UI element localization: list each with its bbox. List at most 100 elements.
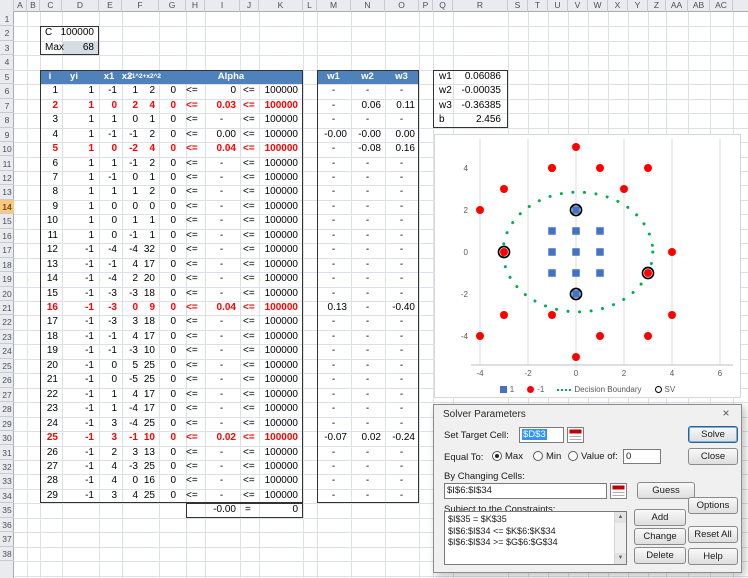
- row-header[interactable]: 34: [0, 489, 14, 503]
- cell-x2[interactable]: -3: [119, 460, 140, 474]
- cell-x2[interactable]: 2: [119, 272, 140, 286]
- cell-yi[interactable]: -1: [62, 431, 96, 445]
- cell-w1[interactable]: -: [318, 171, 349, 185]
- cell-w2[interactable]: -: [352, 214, 383, 228]
- cell-x2[interactable]: 5: [119, 359, 140, 373]
- cell-i[interactable]: 21: [40, 373, 60, 387]
- cell-i[interactable]: 17: [40, 315, 60, 329]
- cell-upper-bound[interactable]: 100000: [259, 474, 300, 488]
- cell-w1[interactable]: -0.07: [318, 431, 349, 445]
- cell-yi[interactable]: -1: [62, 243, 96, 257]
- cell-le[interactable]: <=: [184, 113, 200, 127]
- cell-le[interactable]: <=: [241, 460, 257, 474]
- cell-alpha[interactable]: -: [205, 446, 238, 460]
- cell-yi[interactable]: 1: [62, 84, 96, 98]
- row-header[interactable]: 31: [0, 446, 14, 460]
- cell-w2[interactable]: 0.02: [352, 431, 383, 445]
- cell-w3[interactable]: -: [386, 417, 417, 431]
- cell-sum[interactable]: 4: [140, 99, 157, 113]
- cell-sum[interactable]: 9: [140, 301, 157, 315]
- row-header[interactable]: 20: [0, 287, 14, 301]
- cell-le[interactable]: <=: [184, 344, 200, 358]
- cell-i[interactable]: 16: [40, 301, 60, 315]
- cell-sum[interactable]: 2: [140, 157, 157, 171]
- select-all-corner[interactable]: [0, 0, 14, 12]
- cell-w1[interactable]: -: [318, 344, 349, 358]
- cell-x1[interactable]: 1: [99, 388, 119, 402]
- cell-upper-bound[interactable]: 100000: [259, 185, 300, 199]
- cell-w3[interactable]: -: [386, 258, 417, 272]
- cell-w2[interactable]: -: [352, 359, 383, 373]
- cell-w1[interactable]: -: [318, 99, 349, 113]
- cell-w2[interactable]: -: [352, 446, 383, 460]
- cell-w2[interactable]: -: [352, 315, 383, 329]
- cell-x1[interactable]: 0: [99, 359, 119, 373]
- cell-i[interactable]: 24: [40, 417, 60, 431]
- cell-alpha[interactable]: -: [205, 373, 238, 387]
- constraint-item[interactable]: $I$35 = $K$35: [448, 514, 611, 526]
- cell-w1[interactable]: -: [318, 272, 349, 286]
- cell-le[interactable]: <=: [241, 171, 257, 185]
- cell-sum[interactable]: 1: [140, 171, 157, 185]
- cell-w2[interactable]: -: [352, 113, 383, 127]
- cell-upper-bound[interactable]: 100000: [259, 402, 300, 416]
- cell-yi[interactable]: -1: [62, 287, 96, 301]
- cell-w1[interactable]: -: [318, 446, 349, 460]
- cell-yi[interactable]: -1: [62, 460, 96, 474]
- cell-lower-bound[interactable]: 0: [159, 330, 178, 344]
- cell-yi[interactable]: -1: [62, 402, 96, 416]
- row-header[interactable]: 19: [0, 272, 14, 286]
- cell-upper-bound[interactable]: 100000: [259, 171, 300, 185]
- cell-le[interactable]: <=: [184, 301, 200, 315]
- cell-x1[interactable]: 0: [99, 99, 119, 113]
- cell-w2[interactable]: -0.00: [352, 128, 383, 142]
- cell-yi[interactable]: -1: [62, 373, 96, 387]
- cell-w2[interactable]: -: [352, 344, 383, 358]
- cell-le[interactable]: <=: [241, 417, 257, 431]
- solve-button[interactable]: Solve: [688, 426, 738, 443]
- row-header[interactable]: 6: [0, 84, 14, 98]
- cell-lower-bound[interactable]: 0: [159, 359, 178, 373]
- cell-yi[interactable]: 1: [62, 185, 96, 199]
- cell-i[interactable]: 12: [40, 243, 60, 257]
- cell-x1[interactable]: 3: [99, 489, 119, 503]
- cell-yi[interactable]: 1: [62, 128, 96, 142]
- cell-lower-bound[interactable]: 0: [159, 402, 178, 416]
- cell-x1[interactable]: 1: [99, 185, 119, 199]
- radio-value-of[interactable]: Value of:: [568, 450, 618, 463]
- cell-w3[interactable]: -0.24: [386, 431, 417, 445]
- cell-w2[interactable]: -: [352, 171, 383, 185]
- cell-le[interactable]: <=: [184, 330, 200, 344]
- cell-i[interactable]: 11: [40, 229, 60, 243]
- cell-yi[interactable]: -1: [62, 359, 96, 373]
- cell-w3[interactable]: -: [386, 113, 417, 127]
- cell-upper-bound[interactable]: 100000: [259, 258, 300, 272]
- cell-x1[interactable]: 1: [99, 113, 119, 127]
- cell-w3[interactable]: -: [386, 460, 417, 474]
- cell-alpha[interactable]: 0.02: [205, 431, 238, 445]
- cell-le[interactable]: <=: [184, 287, 200, 301]
- cell-x2[interactable]: 0: [119, 171, 140, 185]
- cell-i[interactable]: 25: [40, 431, 60, 445]
- cell-le[interactable]: <=: [241, 388, 257, 402]
- cell-x2[interactable]: 3: [119, 315, 140, 329]
- cell-w1[interactable]: -: [318, 359, 349, 373]
- cell-i[interactable]: 26: [40, 446, 60, 460]
- cell-x1[interactable]: 0: [99, 142, 119, 156]
- cell-x1[interactable]: -3: [99, 301, 119, 315]
- cell-upper-bound[interactable]: 100000: [259, 113, 300, 127]
- cell-x2[interactable]: -4: [119, 243, 140, 257]
- cell-lower-bound[interactable]: 0: [159, 460, 178, 474]
- column-header[interactable]: K: [259, 0, 303, 12]
- cell-alpha[interactable]: -: [205, 214, 238, 228]
- cell-upper-bound[interactable]: 100000: [259, 315, 300, 329]
- cell-le[interactable]: <=: [184, 402, 200, 416]
- column-header[interactable]: AC: [710, 0, 733, 12]
- cell-lower-bound[interactable]: 0: [159, 99, 178, 113]
- cell-alpha[interactable]: -: [205, 359, 238, 373]
- row-header[interactable]: 13: [0, 185, 14, 199]
- cell-upper-bound[interactable]: 100000: [259, 344, 300, 358]
- cell-i[interactable]: 4: [40, 128, 60, 142]
- row-header[interactable]: 14: [0, 200, 14, 214]
- cell-le[interactable]: <=: [184, 460, 200, 474]
